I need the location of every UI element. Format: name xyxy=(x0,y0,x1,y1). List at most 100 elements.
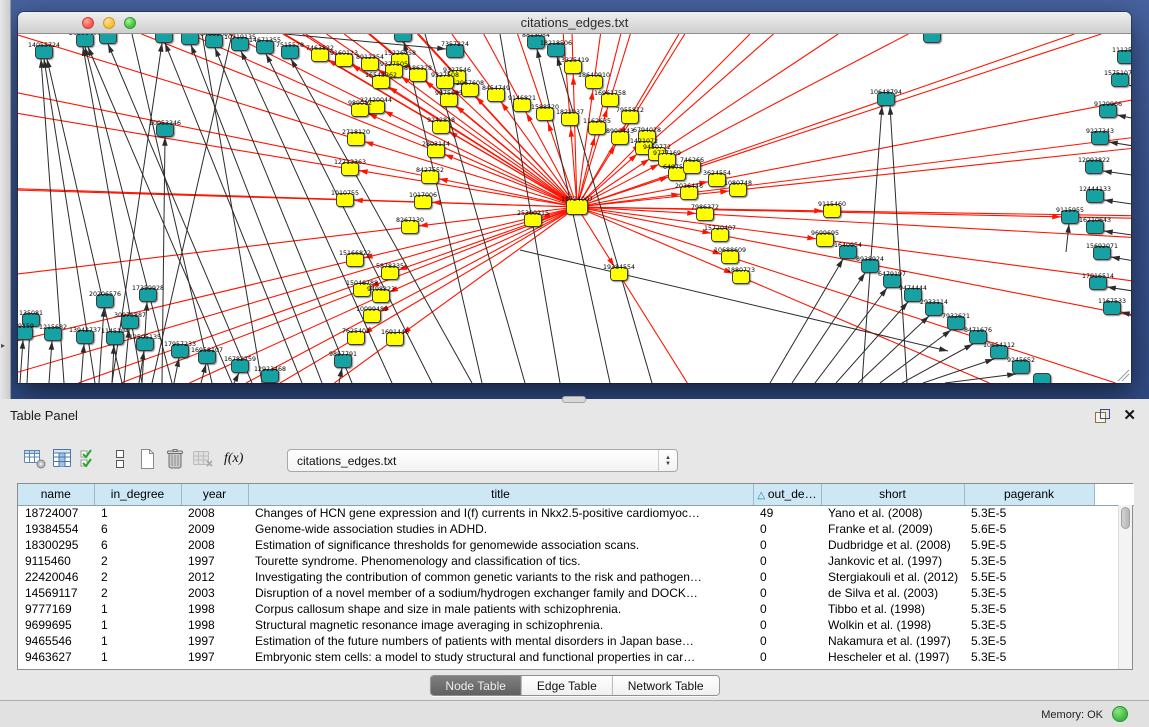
graph-node-label: 8186328 xyxy=(404,65,432,72)
graph-node[interactable] xyxy=(1034,374,1051,384)
table-cell: 5.6E-5 xyxy=(964,521,1094,537)
table-row[interactable]: 977716911998Corpus callosum shape and si… xyxy=(18,601,1134,617)
graph-node[interactable] xyxy=(182,34,199,45)
zoom-window-icon[interactable] xyxy=(124,17,136,29)
scrollbar-thumb[interactable] xyxy=(1121,507,1130,529)
memory-ok-icon[interactable] xyxy=(1112,706,1128,722)
table-row[interactable]: 1456911722003Disruption of a novel membe… xyxy=(18,585,1134,601)
table-cell: 1997 xyxy=(181,649,248,665)
close-window-icon[interactable] xyxy=(82,17,94,29)
table-cell: 2009 xyxy=(181,521,248,537)
graph-node-label: 1112544 xyxy=(1112,47,1131,54)
table-cell: 1998 xyxy=(181,617,248,633)
table-cell: Tibbo et al. (1998) xyxy=(821,601,964,617)
delete-column-icon[interactable] xyxy=(162,447,190,471)
graph-node-label: 8454749 xyxy=(482,85,510,92)
table-selector-dropdown[interactable]: citations_edges.txt ▲ ▼ xyxy=(287,449,678,472)
column-header[interactable]: title xyxy=(248,484,753,505)
table-cell: Hescheler et al. (1997) xyxy=(821,649,964,665)
hide-rows-icon[interactable] xyxy=(106,447,134,471)
network-window: citations_edges.txt 14055724206914061065… xyxy=(18,12,1131,383)
graph-node-label: 8427552 xyxy=(416,167,444,174)
table-cell: Wolkin et al. (1998) xyxy=(821,617,964,633)
table-cell: Estimation of the future numbers of pati… xyxy=(248,633,753,649)
network-graph-canvas[interactable]: 1405572420691406106532871527602646616010… xyxy=(18,34,1131,383)
table-row[interactable]: 1938455462009Genome-wide association stu… xyxy=(18,521,1134,537)
table-cell: Investigating the contribution of common… xyxy=(248,569,753,585)
graph-node-label: 1880723 xyxy=(727,267,755,274)
table-cell: 2012 xyxy=(181,569,248,585)
graph-node-label: 7625402 xyxy=(342,328,370,335)
graph-node-label: 14055724 xyxy=(28,42,60,49)
table-cell: Jankovic et al. (1997) xyxy=(821,553,964,569)
minimize-window-icon[interactable] xyxy=(103,17,115,29)
graph-node-label: 15751074 xyxy=(1104,70,1131,77)
table-cell: 2008 xyxy=(181,537,248,553)
table-row[interactable]: 1830029562008Estimation of significance … xyxy=(18,537,1134,553)
column-header[interactable]: pagerank xyxy=(964,484,1094,505)
column-header[interactable]: in_degree xyxy=(94,484,181,505)
toolbar-icons: f(x) xyxy=(22,447,243,471)
column-header[interactable]: short xyxy=(821,484,964,505)
graph-node-label: 12444133 xyxy=(1079,186,1111,193)
graph-node[interactable] xyxy=(924,34,941,43)
graph-node[interactable] xyxy=(100,34,117,44)
table-row[interactable]: 2242004622012Investigating the contribut… xyxy=(18,569,1134,585)
table-mode-icon[interactable] xyxy=(22,447,50,471)
table-cell: 2008 xyxy=(181,505,248,521)
memory-status-label: Memory: OK xyxy=(1041,709,1103,721)
new-column-icon[interactable] xyxy=(134,447,162,471)
panel-divider-handle[interactable] xyxy=(562,396,586,403)
graph-node-label: 16782759 xyxy=(224,356,256,363)
graph-node-label: 2967608 xyxy=(456,80,484,87)
expand-panel-icon[interactable]: ▸ xyxy=(1,341,5,350)
delete-table-icon[interactable] xyxy=(190,447,218,471)
graph-node-label: 9242848 xyxy=(427,117,455,124)
table-cell: 1997 xyxy=(181,633,248,649)
graph-node[interactable] xyxy=(156,34,173,43)
graph-node-label: 9327508 xyxy=(431,72,459,79)
table-cell: 0 xyxy=(753,617,821,633)
graph-node-label: 12923468 xyxy=(254,366,286,373)
table-panel-actions: ✕ xyxy=(1095,409,1136,423)
graph-node-label: 9777169 xyxy=(653,150,681,157)
graph-node-label: 1640954 xyxy=(834,242,862,249)
table-cell: Stergiakouli et al. (2012) xyxy=(821,569,964,585)
graph-node-label: 5878335 xyxy=(376,263,404,270)
table-row[interactable]: 946362711997Embryonic stem cells: a mode… xyxy=(18,649,1134,665)
graph-node-label: 7932621 xyxy=(942,313,970,320)
select-all-icon[interactable] xyxy=(78,447,106,471)
table-cell: 18300295 xyxy=(18,537,94,553)
graph-node-label: 12213363 xyxy=(334,159,366,166)
table-cell: 2 xyxy=(94,553,181,569)
table-row[interactable]: 946554611997Estimation of the future num… xyxy=(18,633,1134,649)
graph-node-label: 10099489 xyxy=(356,306,388,313)
graph-node-label: 9115460 xyxy=(818,201,846,208)
graph-node[interactable] xyxy=(395,34,412,42)
tab-edge-table[interactable]: Edge Table xyxy=(521,676,612,695)
function-builder-icon[interactable]: f(x) xyxy=(224,451,243,467)
tab-network-table[interactable]: Network Table xyxy=(612,676,719,695)
column-header[interactable]: △ out_de… xyxy=(753,484,821,505)
graph-node-label: 25300215 xyxy=(517,210,549,217)
tab-node-table[interactable]: Node Table xyxy=(430,676,521,695)
graph-node-label: 9160123 xyxy=(330,50,358,57)
table-row[interactable]: 1872400712008Changes of HCN gene express… xyxy=(18,505,1134,521)
table-cell: 49 xyxy=(753,505,821,521)
graph-node-label: 9115955 xyxy=(1056,207,1084,214)
graph-node-label: 20053346 xyxy=(149,120,181,127)
table-row[interactable]: 969969511998Structural magnetic resonanc… xyxy=(18,617,1134,633)
graph-node-label: 746266 xyxy=(680,157,704,164)
column-header[interactable]: name xyxy=(18,484,94,505)
graph-node-label: 18640910 xyxy=(578,72,610,79)
column-header[interactable]: year xyxy=(181,484,248,505)
show-columns-icon[interactable] xyxy=(50,447,78,471)
graph-node-label: 20691406 xyxy=(69,34,101,37)
graph-node-label: 989012 xyxy=(348,100,372,107)
table-cell: Estimation of significance thresholds fo… xyxy=(248,537,753,553)
graph-node-label: 8813054 xyxy=(522,34,550,39)
float-panel-icon[interactable] xyxy=(1095,409,1110,423)
close-panel-icon[interactable]: ✕ xyxy=(1123,409,1136,423)
table-scrollbar[interactable] xyxy=(1118,505,1132,669)
table-row[interactable]: 911546021997Tourette syndrome. Phenomeno… xyxy=(18,553,1134,569)
